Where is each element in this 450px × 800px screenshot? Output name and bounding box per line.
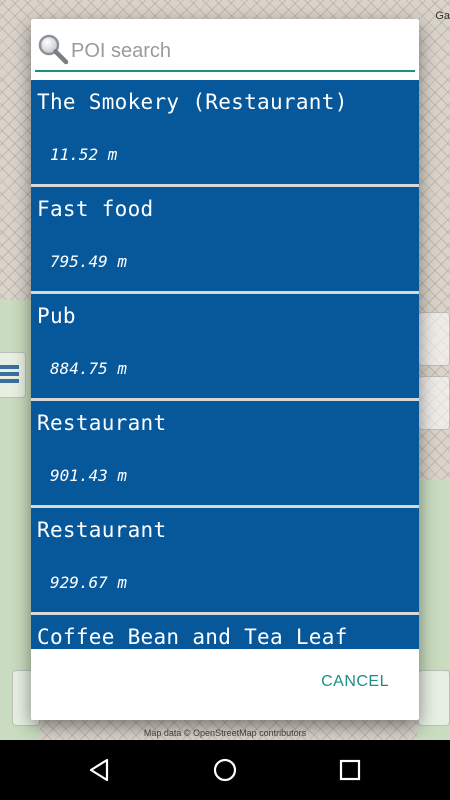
search-input-underline [35, 70, 415, 72]
search-icon [38, 34, 69, 65]
cancel-button[interactable]: CANCEL [307, 665, 403, 699]
map-attribution: Map data © OpenStreetMap contributors [143, 728, 307, 738]
map-street-label: Ga [435, 10, 450, 22]
poi-list-item[interactable]: The Smokery (Restaurant) 11.52 m [31, 80, 419, 184]
back-icon[interactable] [86, 756, 114, 784]
poi-distance: 929.67 m [50, 573, 128, 592]
recents-icon[interactable] [336, 756, 364, 784]
poi-list-item[interactable]: Pub 884.75 m [31, 294, 419, 398]
poi-name: Fast food [37, 197, 154, 221]
poi-distance: 11.52 m [50, 145, 118, 164]
poi-name: Restaurant [37, 518, 167, 542]
search-bar [31, 19, 419, 80]
poi-name: Coffee Bean and Tea Leaf [37, 625, 348, 649]
poi-distance: 884.75 m [50, 359, 128, 378]
map-layers-button[interactable] [0, 352, 26, 398]
home-icon[interactable] [211, 756, 239, 784]
map-zoom-in-button[interactable] [418, 312, 450, 366]
map-zoom-out-button[interactable] [418, 376, 450, 430]
poi-search-input[interactable] [71, 37, 401, 65]
dialog-footer: CANCEL [31, 649, 419, 720]
poi-distance: 795.49 m [50, 252, 128, 271]
poi-name: Pub [37, 304, 76, 328]
poi-name: Restaurant [37, 411, 167, 435]
poi-list-item[interactable]: Coffee Bean and Tea Leaf [31, 615, 419, 649]
map-compass-button[interactable] [418, 670, 450, 726]
poi-list-item[interactable]: Restaurant 901.43 m [31, 401, 419, 505]
poi-search-dialog: The Smokery (Restaurant) 11.52 m Fast fo… [31, 19, 419, 720]
system-nav-bar [0, 740, 450, 800]
poi-distance: 901.43 m [50, 466, 128, 485]
poi-name: The Smokery (Restaurant) [37, 90, 348, 114]
list-icon [0, 365, 19, 383]
poi-results-list[interactable]: The Smokery (Restaurant) 11.52 m Fast fo… [31, 80, 419, 649]
poi-list-item[interactable]: Restaurant 929.67 m [31, 508, 419, 612]
poi-list-item[interactable]: Fast food 795.49 m [31, 187, 419, 291]
